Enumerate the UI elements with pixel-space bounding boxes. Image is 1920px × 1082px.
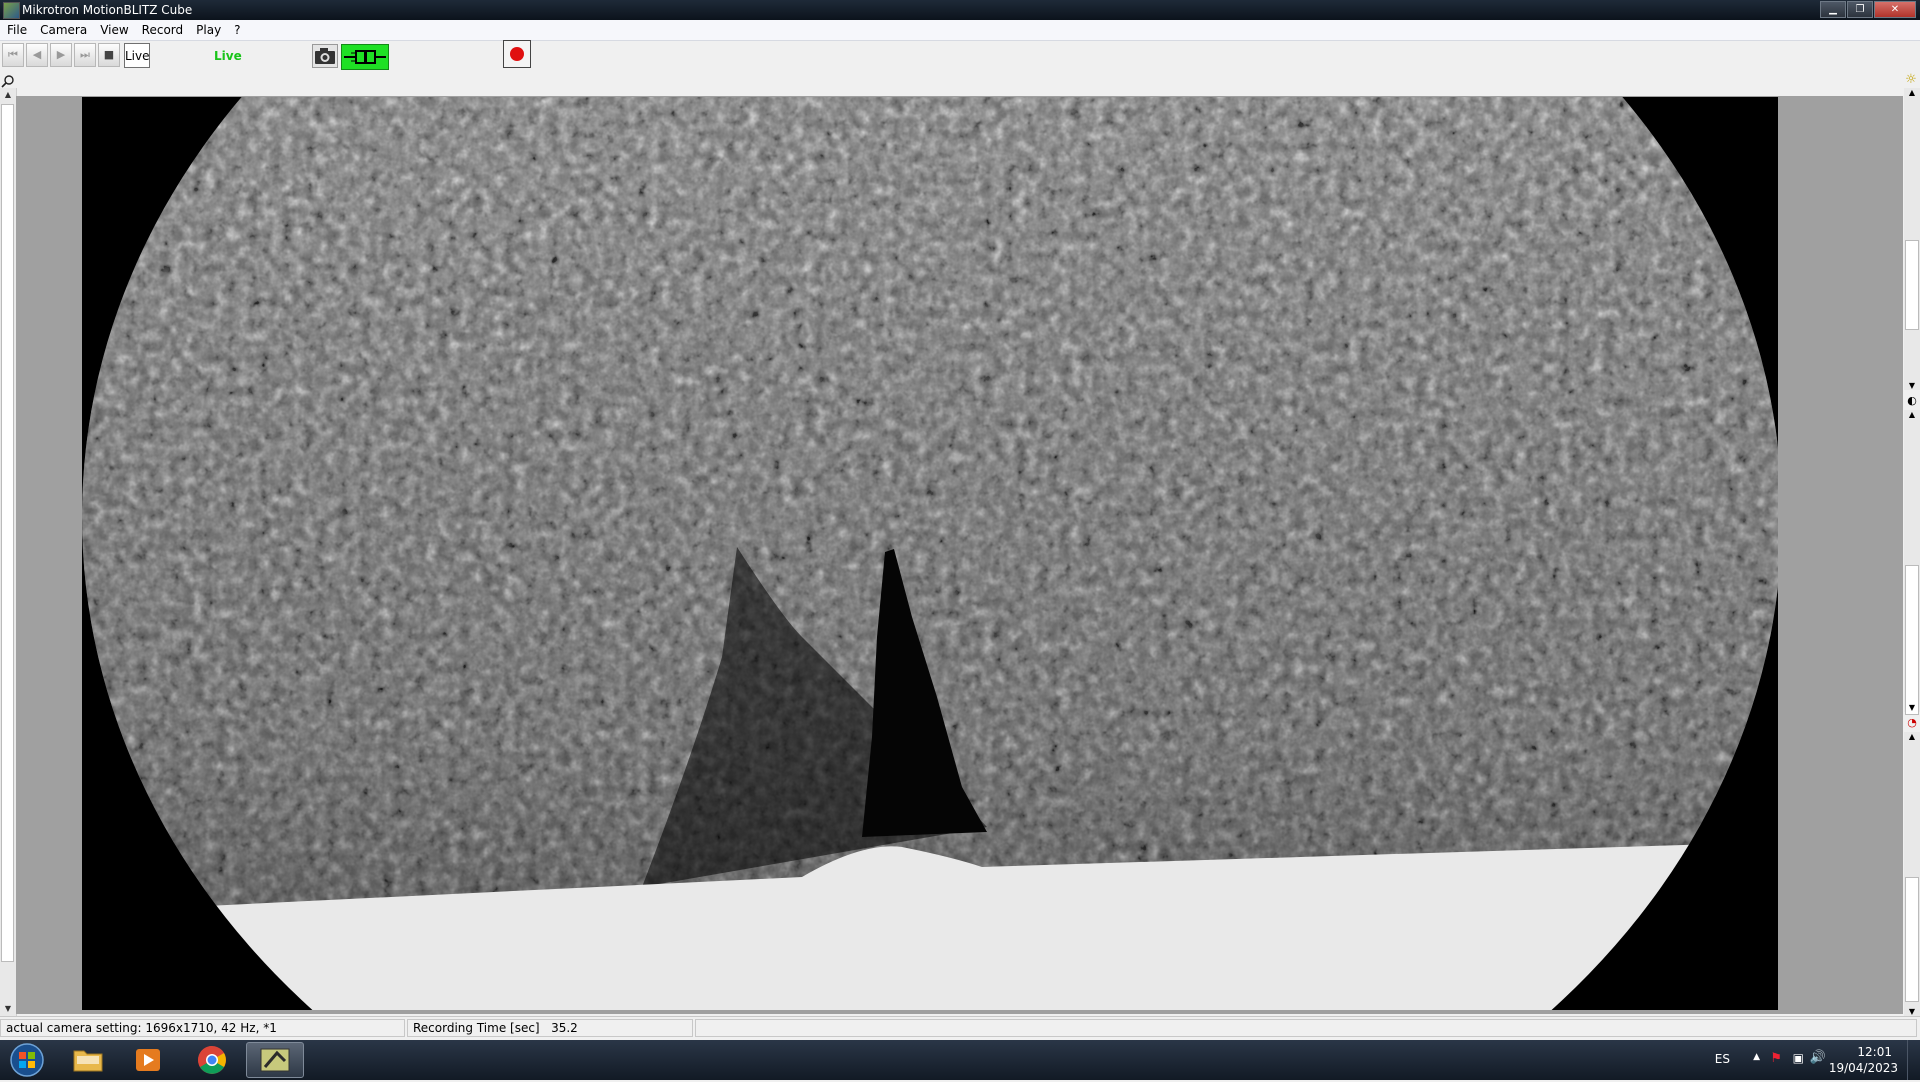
show-hidden-icons-icon[interactable]: ▲ [1753,1052,1760,1062]
stop-button[interactable]: ■ [98,43,120,67]
close-button[interactable]: ✕ [1874,1,1916,18]
contrast-slider[interactable]: ▲ ▼ [1904,410,1920,715]
status-panel-empty [695,1019,1917,1037]
go-to-start-button[interactable]: ⏮ [2,43,24,67]
window-title: Mikrotron MotionBLITZ Cube [22,3,193,17]
camera-connect-button[interactable] [341,44,389,70]
menu-file[interactable]: File [0,20,33,37]
scroll-thumb[interactable] [1,104,14,962]
step-back-icon: ◀ [32,48,42,61]
gamma-icon: ◔ [1907,716,1917,729]
maximize-button[interactable]: ❐ [1847,1,1873,18]
menu-bar: File Camera View Record Play? [0,20,1920,41]
menu-record[interactable]: Record [135,20,189,37]
motionblitz-app-icon [260,1048,290,1072]
step-forward-icon: ⏭ [80,48,90,61]
step-back-button[interactable]: ◀ [26,43,48,67]
taskbar-media-player[interactable] [120,1042,176,1078]
gamma-slider[interactable]: ▲ ▼ [1904,732,1920,1016]
toolbar: ⏮ ◀ ▶ ⏭ ■ Live Live [0,41,1920,72]
camera-icon [315,48,335,64]
snapshot-button[interactable] [312,44,338,68]
recording-time-label: Recording Time [sec] [413,1021,540,1035]
chrome-icon [198,1046,226,1074]
start-button[interactable] [0,1042,56,1078]
windows-taskbar: ES ▲ ⚑ ▣ 🔊 12:01 19/04/2023 [0,1040,1920,1080]
volume-icon[interactable]: 🔊 [1810,1050,1826,1065]
scroll-down-arrow[interactable]: ▼ [0,1002,16,1016]
scroll-up-arrow[interactable]: ▲ [0,88,16,102]
live-button[interactable]: Live [124,43,150,68]
recording-time-status: Recording Time [sec] 35.2 [407,1019,693,1037]
network-icon[interactable]: ▣ [1793,1051,1804,1065]
plug-connected-icon [344,50,386,64]
play-button[interactable]: ▶ [50,43,72,67]
windows-orb-icon [10,1043,44,1077]
app-icon [3,2,20,19]
menu-help[interactable]: ? [227,20,246,37]
play-icon: ▶ [56,48,66,61]
media-player-icon [136,1049,160,1071]
minimize-button[interactable]: ▁ [1820,1,1846,18]
recording-time-value: 35.2 [551,1021,578,1035]
record-icon [503,40,531,68]
menu-play[interactable]: Play [189,20,227,37]
window-titlebar: Mikrotron MotionBLITZ Cube ▁ ❐ ✕ [0,0,1920,20]
step-forward-button[interactable]: ⏭ [74,43,96,67]
clock-date[interactable]: 19/04/2023 [1829,1061,1898,1075]
contrast-slider-thumb[interactable] [1905,565,1919,715]
live-camera-frame[interactable] [82,97,1778,1010]
left-vertical-scrollbar[interactable]: ▲ ▼ [0,88,17,1016]
status-bar: actual camera setting: 1696x1710, 42 Hz,… [0,1016,1920,1039]
menu-camera[interactable]: Camera [33,20,93,37]
camera-setting-status: actual camera setting: 1696x1710, 42 Hz,… [0,1019,405,1037]
gamma-slider-thumb[interactable] [1905,877,1919,1002]
folder-icon [73,1050,103,1072]
brightness-icon: ☼ [1905,72,1917,87]
contrast-icon: ◐ [1907,394,1917,407]
language-indicator[interactable]: ES [1715,1052,1730,1066]
camera-image [82,97,1778,1010]
show-desktop-button[interactable] [1907,1040,1920,1080]
action-center-flag-icon[interactable]: ⚑ [1770,1051,1782,1066]
live-status-label: Live [214,49,242,63]
record-button[interactable] [503,40,531,72]
taskbar-motionblitz[interactable] [246,1042,304,1078]
brightness-slider-thumb[interactable] [1905,240,1919,330]
taskbar-chrome[interactable] [184,1042,240,1078]
stop-icon: ■ [103,48,115,61]
menu-view[interactable]: View [93,20,134,37]
taskbar-file-explorer[interactable] [60,1042,116,1078]
zoom-icon[interactable] [1,73,15,88]
brightness-slider[interactable]: ▲ ▼ [1904,88,1920,390]
go-to-start-icon: ⏮ [8,48,18,61]
clock-time[interactable]: 12:01 [1857,1045,1892,1059]
